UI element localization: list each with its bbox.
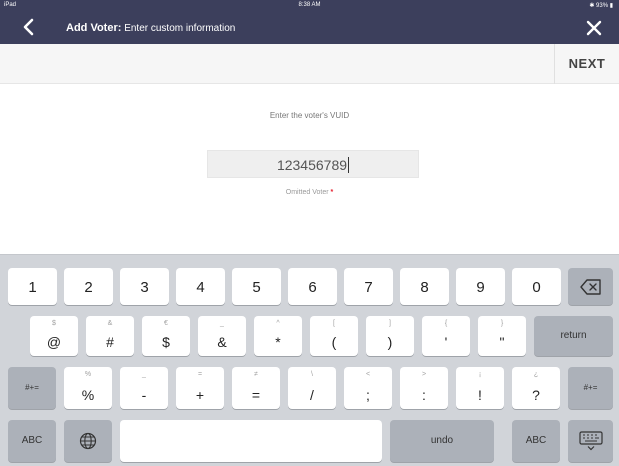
key-6[interactable]: 6 xyxy=(288,268,337,305)
status-battery: ✱ 93% ▮ xyxy=(589,3,613,9)
key-question[interactable]: ¿? xyxy=(512,367,560,409)
key-asterisk[interactable]: ^ * xyxy=(254,316,302,356)
key-close-paren[interactable]: ]) xyxy=(366,316,414,356)
key-ampersand[interactable]: _ & xyxy=(198,316,246,356)
key-at[interactable]: $ @ xyxy=(30,316,78,356)
abc-key-left[interactable]: ABC xyxy=(8,420,56,462)
key-equals[interactable]: ≠ = xyxy=(232,367,280,409)
key-minus[interactable]: _ - xyxy=(120,367,168,409)
vuid-input[interactable]: 123456789 xyxy=(207,150,419,178)
required-marker: * xyxy=(330,189,334,196)
key-0[interactable]: 0 xyxy=(512,268,561,305)
symbols-shift-key-left[interactable]: #+= xyxy=(8,367,56,409)
key-7[interactable]: 7 xyxy=(344,268,393,305)
key-quote[interactable]: } " xyxy=(478,316,526,356)
action-toolbar: NEXT xyxy=(0,44,619,84)
return-key[interactable]: return xyxy=(534,316,613,356)
close-icon[interactable] xyxy=(583,17,605,39)
key-plus[interactable]: = + xyxy=(176,367,224,409)
nav-header: iPad 8:38 AM ✱ 93% ▮ Add Voter: Enter cu… xyxy=(0,0,619,44)
abc-key-right[interactable]: ABC xyxy=(512,420,560,462)
voter-status-text: Omitted Voter xyxy=(285,189,329,196)
page-title: Add Voter: Enter custom information xyxy=(66,22,235,34)
text-caret xyxy=(348,157,350,173)
key-apostrophe[interactable]: {' xyxy=(422,316,470,356)
next-button-container: NEXT xyxy=(554,44,619,84)
key-4[interactable]: 4 xyxy=(176,268,225,305)
delete-key[interactable] xyxy=(568,268,613,305)
page-title-main: Add Voter: xyxy=(66,22,122,34)
symbols-shift-key-right[interactable]: #+= xyxy=(568,367,613,409)
page-title-sub: Enter custom information xyxy=(124,23,236,34)
undo-key[interactable]: undo xyxy=(390,420,494,462)
chevron-left-icon[interactable] xyxy=(18,16,40,38)
numeric-keyboard: 1 2 3 4 5 6 7 8 9 0 $ @ & # € $ _ & ^ * [( ])… xyxy=(0,254,619,466)
key-3[interactable]: 3 xyxy=(120,268,169,305)
key-semicolon[interactable]: <; xyxy=(344,367,392,409)
dismiss-keyboard-key[interactable] xyxy=(568,420,613,462)
key-5[interactable]: 5 xyxy=(232,268,281,305)
key-percent[interactable]: %% xyxy=(64,367,112,409)
key-open-paren[interactable]: [( xyxy=(310,316,358,356)
globe-key[interactable] xyxy=(64,420,112,462)
key-colon[interactable]: >: xyxy=(400,367,448,409)
key-9[interactable]: 9 xyxy=(456,268,505,305)
vuid-prompt: Enter the voter's VUID xyxy=(269,111,350,120)
space-bar[interactable] xyxy=(120,420,382,462)
status-bar: iPad 8:38 AM ✱ 93% ▮ xyxy=(0,0,619,12)
voter-status-label: Omitted Voter * xyxy=(0,189,619,196)
key-1[interactable]: 1 xyxy=(8,268,57,305)
key-8[interactable]: 8 xyxy=(400,268,449,305)
key-dollar[interactable]: € $ xyxy=(142,316,190,356)
key-hash[interactable]: & # xyxy=(86,316,134,356)
key-exclamation[interactable]: ¡! xyxy=(456,367,504,409)
next-button[interactable]: NEXT xyxy=(555,44,619,84)
key-2[interactable]: 2 xyxy=(64,268,113,305)
key-slash[interactable]: \ / xyxy=(288,367,336,409)
vuid-input-value: 123456789 xyxy=(276,157,348,173)
status-time: 8:38 AM xyxy=(298,2,321,8)
